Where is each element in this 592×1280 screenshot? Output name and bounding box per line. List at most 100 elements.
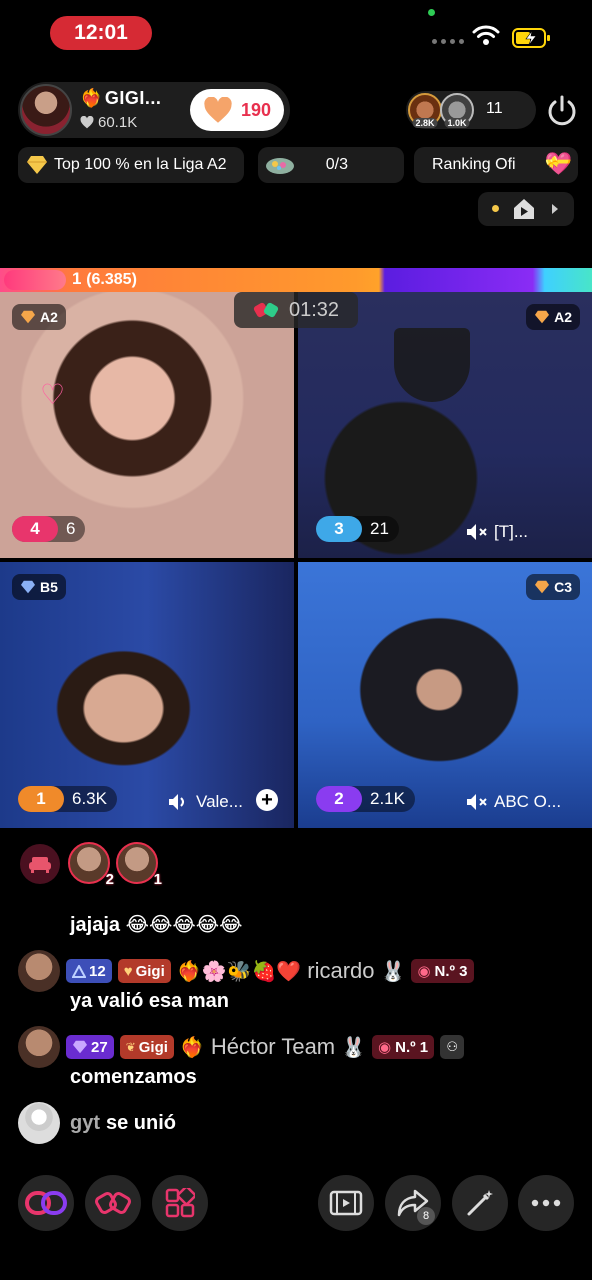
video-tile[interactable]: A2 3 21 [T]... — [298, 292, 592, 558]
heart-bow-icon: 💝 — [544, 151, 572, 176]
tile-user-label: [T]... — [494, 522, 528, 541]
rank-score: 1 6.3K — [18, 786, 117, 812]
league-badge: B5 — [12, 574, 66, 600]
join-text: se unió — [106, 1111, 177, 1134]
heart-icon — [80, 116, 94, 129]
chat-message-header[interactable]: 12 ♥ Gigi ❤️‍🔥🌸🐝🍓❤️ ricardo 🐰 ◉ N.º 3 — [18, 950, 474, 992]
top-viewer-avatar[interactable]: 2.8K — [408, 93, 442, 128]
effects-button[interactable] — [452, 1175, 508, 1231]
user-level-badge: 27 — [66, 1035, 114, 1059]
magic-wand-icon — [467, 1190, 493, 1216]
chat-message-header[interactable]: 27 ❦ Gigi ❤️‍🔥 Héctor Team 🐰 ◉ N.º 1 ⚇ — [18, 1026, 465, 1068]
follow-button[interactable]: 190 — [190, 89, 284, 131]
diamond-icon — [21, 580, 35, 594]
cellular-signal-icon — [432, 39, 464, 44]
tile-score: 21 — [370, 519, 389, 538]
user-level: 12 — [89, 962, 106, 980]
mini-controls[interactable] — [478, 192, 574, 226]
diamond-icon — [21, 310, 35, 324]
battery-charging-icon — [512, 28, 550, 48]
medal-icon: ◉ — [417, 963, 431, 980]
grid-icon — [165, 1188, 195, 1218]
fan-club-name: Gigi — [138, 1038, 168, 1056]
league-badge-text: C3 — [554, 579, 572, 595]
chat-message: ya valió esa man — [70, 990, 229, 1012]
fan-club-name: Gigi — [135, 962, 165, 980]
battle-progress-bar: 1 (6.385) — [0, 268, 592, 292]
host-avatar[interactable] — [20, 84, 72, 136]
top-viewer-score: 2.8K — [412, 118, 438, 128]
guest-avatar[interactable]: 1 — [116, 842, 162, 888]
rank-number: 2 — [316, 786, 362, 812]
league-chip[interactable]: Top 100 % en la Liga A2 — [18, 147, 244, 183]
more-features-button[interactable] — [152, 1175, 208, 1231]
host-likes: 60.1K — [80, 114, 137, 131]
guest-avatar[interactable]: 2 — [68, 842, 114, 888]
rank-score: 3 21 — [316, 516, 399, 542]
chevron-right-icon[interactable] — [550, 203, 560, 215]
chat-username[interactable]: ricardo — [307, 958, 374, 984]
speaker-icon — [169, 794, 184, 810]
rank-number: 3 — [316, 516, 362, 542]
more-options-button[interactable] — [518, 1175, 574, 1231]
tasks-progress: 0/3 — [325, 156, 348, 173]
rank-number: 4 — [12, 516, 58, 542]
video-tile[interactable]: A2 ♡ 4 6 — [0, 292, 294, 558]
ranking-chip[interactable]: Ranking Ofi 💝 — [414, 147, 578, 183]
video-tile[interactable]: B5 1 6.3K Vale... + — [0, 562, 294, 828]
chat-avatar[interactable] — [18, 1102, 60, 1144]
crest-shape — [394, 328, 470, 402]
viewer-count: 11 — [486, 100, 503, 117]
home-play-icon[interactable] — [512, 197, 536, 221]
link-icon — [25, 1191, 67, 1215]
chat-emojis: ❤️‍🔥 — [179, 1036, 205, 1059]
link-button[interactable] — [18, 1175, 74, 1231]
rank-tag-text: N.º 1 — [395, 1038, 429, 1056]
chat-message: jajaja 😂😂😂😂😂 — [70, 914, 243, 936]
tasks-chip[interactable]: 0/3 — [258, 147, 404, 183]
chat-avatar[interactable] — [18, 1026, 60, 1068]
chat-avatar[interactable] — [18, 950, 60, 992]
speaker-muted-icon — [467, 524, 487, 540]
status-time: 12:01 — [50, 16, 152, 50]
chat-join-message: gyt se unió — [18, 1102, 176, 1144]
host-info[interactable]: ❤️‍🔥 GIGI... 60.1K 190 — [18, 82, 290, 138]
fan-heart-icon: ♥ — [123, 962, 133, 980]
rabbit-icon: 🐰 — [341, 1036, 367, 1059]
top-viewers[interactable]: 2.8K 1.0K 11 — [406, 91, 536, 129]
tile-score: 2.1K — [370, 789, 405, 808]
host-name: ❤️‍🔥 GIGI... — [80, 88, 161, 109]
league-badge: A2 — [12, 304, 66, 330]
video-button[interactable] — [318, 1175, 374, 1231]
tile-score: 6.3K — [72, 789, 107, 808]
video-tile[interactable]: C3 2 2.1K ABC O... — [298, 562, 592, 828]
wifi-icon — [472, 25, 500, 45]
add-follow-button[interactable]: + — [256, 789, 278, 811]
muted-label[interactable]: ABC O... — [466, 792, 561, 812]
leader-points: (6.385) — [86, 271, 137, 288]
power-icon[interactable] — [544, 93, 580, 129]
fan-club-badge: ❦ Gigi — [119, 1035, 174, 1059]
fan-wings-icon: ❦ — [125, 1040, 136, 1054]
muted-label[interactable]: [T]... — [466, 522, 528, 542]
battle-lead-icon — [4, 270, 66, 290]
rank-tag: ◉ N.º 1 — [372, 1035, 435, 1059]
gloves-icon — [95, 1192, 131, 1214]
battle-button[interactable] — [85, 1175, 141, 1231]
speaker-muted-icon — [467, 794, 487, 810]
share-button[interactable]: 8 — [385, 1175, 441, 1231]
leader-rank: 1 — [72, 269, 82, 288]
gloves-icon — [253, 302, 279, 318]
chat-username[interactable]: Héctor Team — [211, 1034, 335, 1060]
host-likes-count: 60.1K — [98, 114, 138, 131]
user-label[interactable]: Vale... — [168, 792, 243, 812]
chat-username[interactable]: gyt — [70, 1112, 100, 1135]
league-badge-text: B5 — [40, 579, 58, 595]
leader-score: 1 (6.385) — [72, 269, 137, 289]
tile-score: 6 — [66, 519, 76, 538]
sofa-icon[interactable] — [20, 844, 60, 884]
top-viewer-avatar[interactable]: 1.0K — [440, 93, 474, 128]
level-diamond-icon — [73, 1040, 87, 1054]
rank-number: 1 — [18, 786, 64, 812]
guest-count: 1 — [153, 871, 162, 888]
